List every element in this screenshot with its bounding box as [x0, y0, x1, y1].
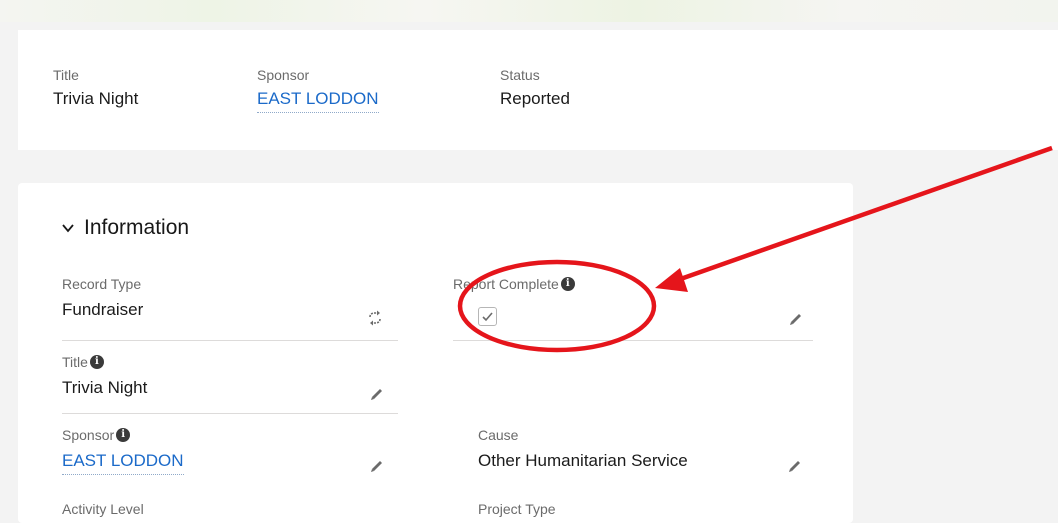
divider: [453, 340, 813, 341]
record-type-label: Record Type: [62, 276, 142, 292]
info-icon[interactable]: i: [89, 355, 104, 369]
header-status-label: Status: [500, 67, 540, 83]
cause-value: Other Humanitarian Service: [478, 451, 688, 470]
report-complete-label: Report Complete: [453, 276, 559, 292]
field-title: Title i Trivia Night: [62, 353, 147, 399]
info-icon[interactable]: i: [560, 277, 575, 291]
pencil-icon[interactable]: [787, 458, 803, 474]
field-sponsor: Sponsor i EAST LODDON: [62, 426, 184, 475]
field-project-type: Project Type: [478, 500, 556, 518]
title-label: Title: [62, 354, 88, 370]
info-icon[interactable]: i: [116, 428, 131, 442]
divider: [62, 340, 398, 341]
pencil-icon[interactable]: [788, 311, 804, 327]
top-banner: [0, 0, 1058, 22]
checkmark-icon: [482, 312, 493, 322]
field-cause: Cause Other Humanitarian Service: [478, 426, 688, 472]
sponsor-label: Sponsor: [62, 427, 115, 443]
header-sponsor-label: Sponsor: [257, 67, 310, 83]
sponsor-link[interactable]: EAST LODDON: [62, 450, 184, 475]
header-field-title: Title Trivia Night: [53, 66, 138, 110]
header-field-sponsor: Sponsor EAST LODDON: [257, 66, 379, 113]
report-complete-checkbox[interactable]: [478, 307, 497, 326]
header-field-status: Status Reported: [500, 66, 570, 110]
title-value: Trivia Night: [62, 378, 148, 397]
chevron-down-icon: [62, 224, 74, 233]
activity-level-label: Activity Level: [62, 501, 144, 517]
cause-label: Cause: [478, 427, 519, 443]
change-record-type-icon[interactable]: [367, 310, 383, 326]
field-record-type: Record Type Fundraiser: [62, 275, 143, 321]
record-type-value: Fundraiser: [62, 300, 144, 319]
divider: [62, 413, 398, 414]
section-toggle[interactable]: Information: [61, 216, 189, 240]
header-title-value: Trivia Night: [53, 89, 139, 108]
pencil-icon[interactable]: [369, 458, 385, 474]
project-type-label: Project Type: [478, 501, 556, 517]
pencil-icon[interactable]: [369, 386, 385, 402]
field-report-complete: Report Complete i: [453, 275, 575, 293]
section-title: Information: [84, 216, 190, 239]
field-activity-level: Activity Level: [62, 500, 144, 518]
header-sponsor-link[interactable]: EAST LODDON: [257, 88, 379, 113]
header-status-value: Reported: [500, 89, 570, 108]
header-title-label: Title: [53, 67, 79, 83]
